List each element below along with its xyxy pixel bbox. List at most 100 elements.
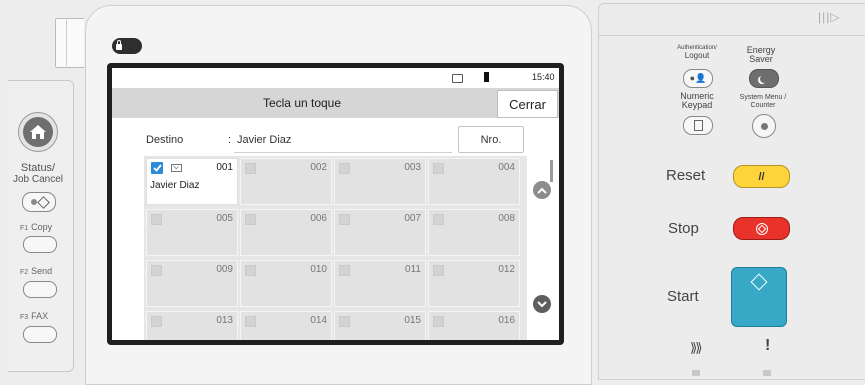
checkbox-icon (433, 214, 444, 225)
one-touch-key-number: 003 (404, 162, 421, 173)
one-touch-key-number: 004 (498, 162, 515, 173)
destination-colon: : (228, 134, 232, 146)
panel-expand-icon: |||▷ (818, 10, 841, 24)
checkbox-icon (245, 265, 256, 276)
one-touch-key[interactable]: 007 (334, 209, 426, 256)
checkbox-icon (433, 265, 444, 276)
stop-label: Stop (668, 220, 699, 237)
touch-screen: 15:40 Tecla un toque Cerrar Destino : Ja… (112, 68, 559, 340)
one-touch-key[interactable]: 001 Javier Diaz (146, 158, 238, 205)
start-button[interactable] (731, 267, 787, 327)
stop-diamond-icon (36, 195, 50, 209)
one-touch-key-number: 001 (216, 162, 233, 173)
chevron-up-icon (537, 187, 547, 194)
one-touch-key-number: 012 (498, 264, 515, 275)
one-touch-key[interactable]: 010 (240, 260, 332, 307)
one-touch-key-number: 014 (310, 315, 327, 326)
one-touch-key[interactable]: 015 (334, 311, 426, 340)
f2-send-button[interactable] (23, 281, 57, 298)
destination-field[interactable]: Javier Diaz (234, 127, 452, 153)
home-icon (23, 117, 53, 147)
energy-saver-button[interactable] (749, 69, 779, 88)
one-touch-key-name: Javier Diaz (150, 180, 200, 191)
numeric-keypad-label: Numeric Keypad (680, 91, 714, 110)
clock: 15:40 (532, 72, 555, 82)
checkbox-icon (245, 163, 256, 174)
one-touch-key[interactable]: 006 (240, 209, 332, 256)
one-touch-key[interactable]: 003 (334, 158, 426, 205)
one-touch-key-number: 007 (404, 213, 421, 224)
one-touch-key[interactable]: 004 (428, 158, 520, 205)
one-touch-key-number: 010 (310, 264, 327, 275)
checkbox-icon (339, 316, 350, 327)
checkbox-icon (433, 163, 444, 174)
numeric-keypad-button[interactable] (683, 116, 713, 135)
checkbox-icon (339, 214, 350, 225)
checkbox-icon (339, 265, 350, 276)
attention-led (763, 370, 771, 376)
scrollbar-thumb[interactable] (550, 160, 553, 182)
one-touch-key-number: 006 (310, 213, 327, 224)
mfp-control-panel: Status/ Job Cancel F1 Copy F2 Send F3 FAX 1… (0, 0, 865, 385)
email-icon (171, 164, 182, 172)
one-touch-key[interactable]: 002 (240, 158, 332, 205)
number-button[interactable]: Nro. (458, 126, 524, 153)
f3-fax-label: F3 FAX (20, 311, 49, 321)
checkbox-icon (245, 316, 256, 327)
status-page-icon (30, 199, 37, 205)
f1-copy-button[interactable] (23, 236, 57, 253)
one-touch-key[interactable]: 014 (240, 311, 332, 340)
checkbox-icon (151, 214, 162, 225)
stop-icon (755, 222, 768, 235)
checkbox-checked-icon (151, 162, 163, 174)
cast-icon (452, 74, 463, 83)
processing-icon: ⟫⟫ (690, 340, 703, 355)
one-touch-key[interactable]: 016 (428, 311, 520, 340)
system-menu-label: System Menu / Counter (739, 94, 787, 109)
status-job-cancel-label: Status/ Job Cancel (12, 162, 64, 186)
one-touch-key[interactable]: 008 (428, 209, 520, 256)
lock-indicator (112, 38, 142, 54)
one-touch-key-number: 013 (216, 315, 233, 326)
scroll-up-button[interactable] (533, 181, 551, 199)
one-touch-key[interactable]: 005 (146, 209, 238, 256)
one-touch-key[interactable]: 009 (146, 260, 238, 307)
one-touch-grid: 001 Javier Diaz 002 003 004 005 006 007 008 009 01… (144, 156, 527, 340)
checkbox-icon (151, 265, 162, 276)
screen-title: Tecla un toque (262, 96, 342, 110)
one-touch-key-number: 009 (216, 264, 233, 275)
one-touch-key-number: 016 (498, 315, 515, 326)
one-touch-key-number: 008 (498, 213, 515, 224)
reset-label: Reset (666, 167, 706, 184)
destination-row: Destino : Javier Diaz Nro. (112, 122, 559, 153)
checkbox-icon (339, 163, 350, 174)
one-touch-key-number: 005 (216, 213, 233, 224)
users-icon: ●👤 (689, 73, 707, 83)
one-touch-key[interactable]: 013 (146, 311, 238, 340)
auth-logout-button[interactable]: ●👤 (683, 69, 713, 88)
one-touch-key-number: 011 (405, 264, 421, 275)
reset-button[interactable]: // (733, 165, 790, 188)
close-button[interactable]: Cerrar (497, 90, 558, 118)
f1-copy-label: F1 Copy (20, 222, 53, 232)
attention-icon: ! (765, 337, 771, 354)
lock-icon (116, 40, 122, 50)
destination-label: Destino (146, 134, 184, 146)
checkbox-icon (433, 316, 444, 327)
memory-card-icon (484, 72, 489, 82)
chevron-down-icon (537, 300, 547, 307)
stop-button[interactable] (733, 217, 790, 240)
f3-fax-button[interactable] (23, 326, 57, 343)
one-touch-key[interactable]: 011 (334, 260, 426, 307)
moon-icon (760, 75, 768, 83)
status-job-cancel-button[interactable] (22, 192, 56, 212)
keypad-icon (693, 120, 703, 131)
scroll-down-button[interactable] (533, 295, 551, 313)
title-bar: Tecla un toque (112, 88, 559, 118)
system-menu-icon (760, 122, 768, 130)
system-menu-button[interactable] (752, 114, 776, 138)
home-button[interactable] (18, 112, 58, 152)
reset-icon: // (758, 170, 765, 183)
f2-send-label: F2 Send (20, 266, 53, 276)
one-touch-key[interactable]: 012 (428, 260, 520, 307)
